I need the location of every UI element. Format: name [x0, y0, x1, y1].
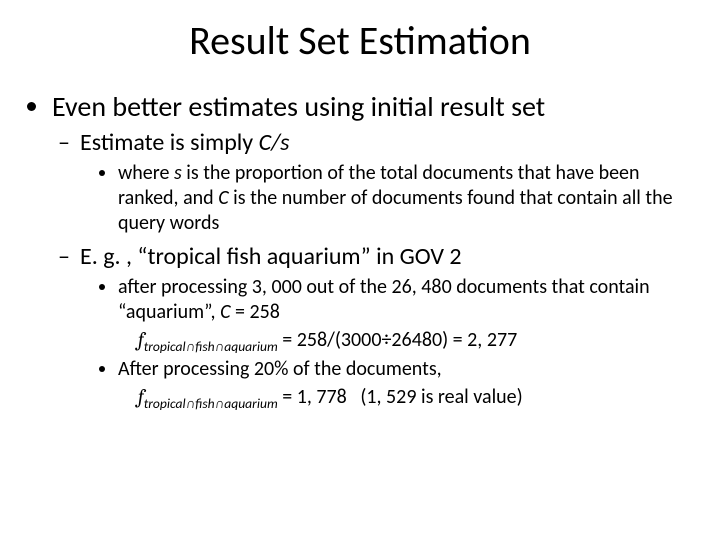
- f-rhs: = 258/(3000÷26480) = 2, 277: [278, 328, 518, 352]
- bullet-l3-where: where s is the proportion of the total d…: [118, 161, 700, 236]
- text: E. g. , “tropical fish aquarium” in GOV …: [80, 242, 462, 271]
- estimate-formula: C/s: [259, 128, 290, 157]
- bullet-l3-after-3000: after processing 3, 000 out of the 26, 4…: [118, 275, 700, 355]
- bullet-list: Even better estimates using initial resu…: [20, 89, 700, 412]
- subsublist: where s is the proportion of the total d…: [80, 161, 700, 236]
- slide-title: Result Set Estimation: [20, 16, 700, 65]
- bullet-l2-example: E. g. , “tropical fish aquarium” in GOV …: [80, 242, 700, 412]
- formula-line-2: ftropical∩fish∩aquarium = 1, 778 (1, 529…: [138, 384, 700, 412]
- var-s: s: [174, 161, 182, 185]
- t: after processing 3, 000 out of the 26, 4…: [118, 275, 650, 324]
- bullet-l3-after-20pct: After processing 20% of the documents, f…: [118, 357, 700, 412]
- t: = 258: [231, 300, 280, 324]
- var-c: C: [218, 186, 228, 210]
- subsublist: after processing 3, 000 out of the 26, 4…: [80, 275, 700, 412]
- var-c: C: [220, 300, 230, 324]
- slide: Result Set Estimation Even better estima…: [0, 0, 720, 540]
- bullet-l1: Even better estimates using initial resu…: [52, 89, 700, 412]
- bullet-l1-text: Even better estimates using initial resu…: [52, 89, 545, 124]
- t: After processing 20% of the documents,: [118, 357, 442, 381]
- text: Estimate is simply: [80, 128, 259, 157]
- bullet-l2-estimate: Estimate is simply C/s where s is the pr…: [80, 128, 700, 236]
- f-rhs: = 1, 778 (1, 529 is real value): [278, 385, 523, 409]
- f-subscript: tropical∩fish∩aquarium: [144, 338, 278, 355]
- t: where: [118, 161, 174, 185]
- sublist: Estimate is simply C/s where s is the pr…: [52, 128, 700, 412]
- formula-line-1: ftropical∩fish∩aquarium = 258/(3000÷2648…: [138, 327, 700, 355]
- f-subscript: tropical∩fish∩aquarium: [144, 395, 278, 412]
